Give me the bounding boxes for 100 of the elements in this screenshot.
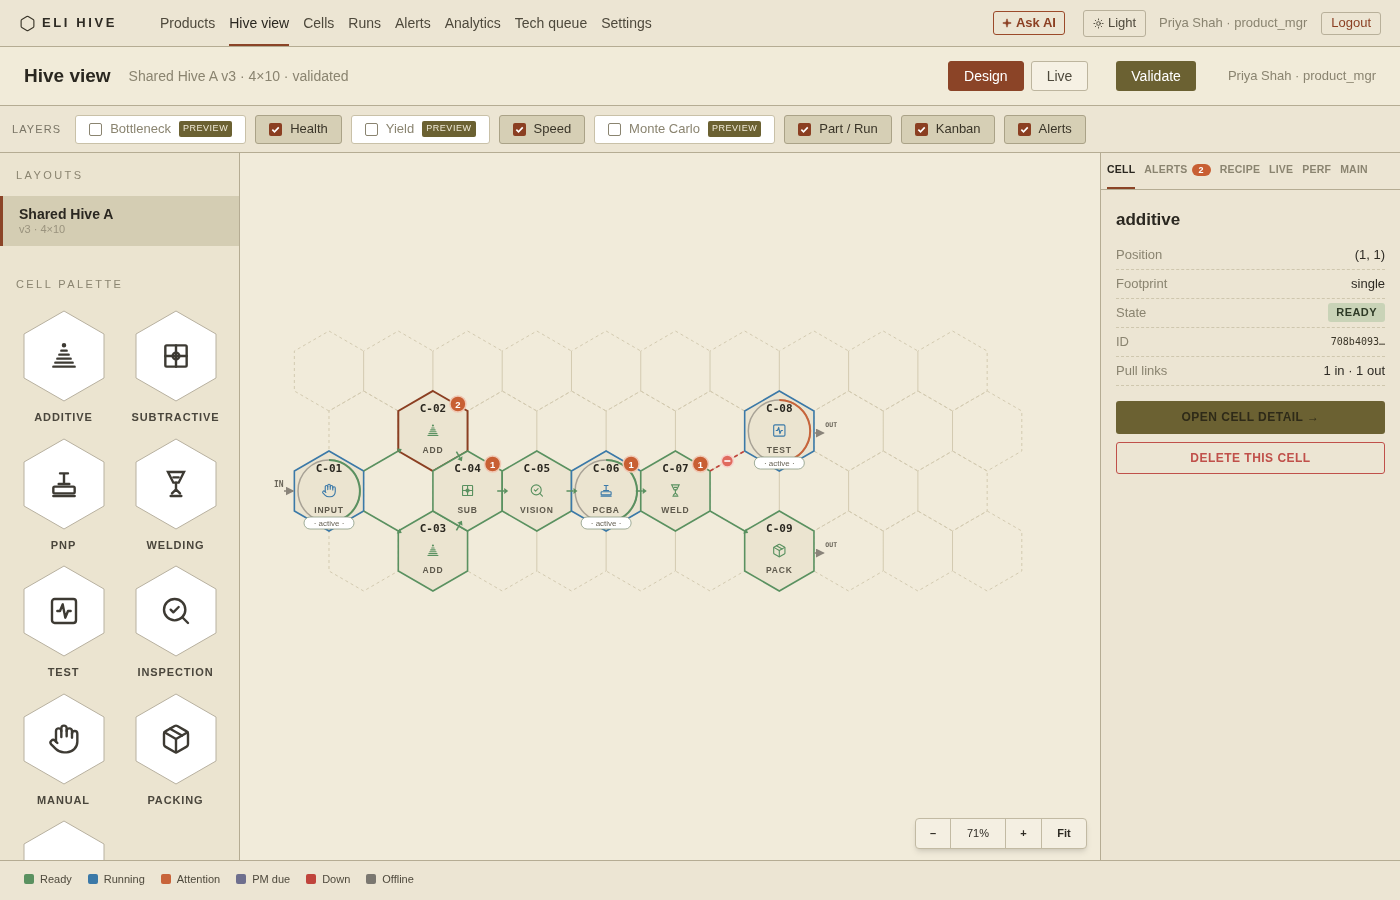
cell-id: C-03 xyxy=(419,522,447,535)
validate-button[interactable]: Validate xyxy=(1116,61,1196,91)
field-value: 708b4093… xyxy=(1330,335,1385,349)
entry-label: IN xyxy=(274,480,284,489)
field-value: 1 in · 1 out xyxy=(1323,361,1385,380)
field-label: State xyxy=(1116,303,1147,322)
cell-id: C-05 xyxy=(523,462,551,475)
preview-badge: PREVIEW xyxy=(178,121,233,137)
state-badge: READY xyxy=(1328,303,1385,322)
layout-item[interactable]: Shared Hive A v3 · 4×10 xyxy=(0,195,239,246)
field-value: (1, 1) xyxy=(1354,245,1385,264)
zoom-out-button[interactable]: – xyxy=(916,819,950,848)
alert-count-badge[interactable]: 1 xyxy=(622,455,640,473)
nav-link[interactable]: Alerts xyxy=(394,0,431,46)
user-label: Priya Shah · product_mgr xyxy=(1227,67,1376,86)
mode-toggle[interactable]: Live xyxy=(1030,61,1089,91)
cell-label: VISION xyxy=(520,505,554,515)
mode-toggle[interactable]: Design xyxy=(948,61,1024,91)
user-label: Priya Shah · product_mgr xyxy=(1159,14,1308,33)
page-title: Hive view xyxy=(24,63,111,88)
layer-label: Part / Run xyxy=(819,120,878,139)
alert-count-badge[interactable]: 1 xyxy=(483,455,502,473)
field-label: Position xyxy=(1116,245,1163,264)
logout-button[interactable]: Logout xyxy=(1321,11,1381,35)
palette-label: MANUAL xyxy=(37,792,90,808)
layer-toggle[interactable]: Monte Carlo PREVIEW xyxy=(594,114,776,144)
layer-label: Alerts xyxy=(1038,120,1072,139)
palette-label: SUBTRACTIVE xyxy=(131,410,220,425)
cell-id: C-08 xyxy=(766,402,793,415)
section-heading: LAYOUTS xyxy=(15,168,85,183)
nav-link[interactable]: Cells xyxy=(303,0,335,46)
alert-count-badge[interactable]: 2 xyxy=(449,395,467,413)
page-subtitle: Shared Hive A v3 · 4×10 · validated xyxy=(128,66,349,86)
nav-link[interactable]: Tech queue xyxy=(514,0,588,46)
alert-count-badge: 2 xyxy=(1191,164,1211,176)
preview-badge: PREVIEW xyxy=(707,121,762,137)
cell-id: C-01 xyxy=(315,462,343,475)
status-tag: · active · xyxy=(764,459,795,468)
alert-count-badge[interactable]: 1 xyxy=(691,455,710,473)
cell-label: SUB xyxy=(457,505,478,515)
cell-label: ADD xyxy=(422,565,444,575)
palette-label: PACKING xyxy=(147,792,204,808)
legend-label: Attention xyxy=(176,872,221,887)
layer-label: Bottleneck xyxy=(110,120,171,139)
nav-link[interactable]: Settings xyxy=(601,0,652,46)
field-value: single xyxy=(1351,274,1385,293)
cell-id: C-07 xyxy=(662,462,689,475)
zoom-in-button[interactable]: + xyxy=(1005,819,1041,848)
cell-label: PACK xyxy=(766,565,793,575)
layer-label: Health xyxy=(290,120,328,139)
layer-label: Monte Carlo xyxy=(629,120,700,139)
fit-button[interactable]: Fit xyxy=(1041,819,1086,848)
cell-label: PCBA xyxy=(592,505,620,515)
nav-link[interactable]: Runs xyxy=(348,0,381,46)
cell-id: C-06 xyxy=(592,462,620,475)
theme-button[interactable]: Light xyxy=(1082,9,1147,37)
status-tag: · active · xyxy=(590,519,622,528)
layer-toggle[interactable]: Part / Run xyxy=(784,114,892,144)
layer-label: Speed xyxy=(533,120,572,139)
zoom-level: 71% xyxy=(950,819,1005,848)
palette-label: ADDITIVE xyxy=(34,410,93,425)
cell-id: C-09 xyxy=(766,522,793,535)
cell-title: additive xyxy=(1116,209,1182,231)
cell-label: WELD xyxy=(661,505,690,515)
layer-label: Yield xyxy=(385,120,415,139)
legend-label: Ready xyxy=(40,872,72,887)
field-label: Footprint xyxy=(1116,274,1168,293)
palette-label: INSPECTION xyxy=(137,665,214,680)
legend-label: Down xyxy=(322,872,351,887)
layer-toggle[interactable]: Bottleneck PREVIEW xyxy=(75,114,247,144)
cell-id: C-02 xyxy=(419,402,447,415)
cell-label: INPUT xyxy=(314,505,344,515)
layer-label: Kanban xyxy=(935,120,981,139)
field-label: Pull links xyxy=(1116,361,1168,380)
legend-label: Running xyxy=(103,872,145,887)
layer-toggle[interactable]: Kanban xyxy=(900,114,995,144)
legend-label: PM due xyxy=(252,872,291,887)
inspector-tab[interactable]: CELL xyxy=(1107,153,1136,189)
layer-toggle[interactable]: Alerts xyxy=(1003,114,1086,144)
palette-label: PNP xyxy=(50,537,77,553)
legend-label: Offline xyxy=(382,872,414,887)
cell-label: TEST xyxy=(766,445,792,455)
layout-name: Shared Hive A xyxy=(19,205,115,223)
cell-label: ADD xyxy=(422,445,444,455)
field-label: ID xyxy=(1116,332,1129,351)
status-tag: · active · xyxy=(313,519,345,528)
layer-toggle[interactable]: Health xyxy=(255,114,342,144)
palette-label: TEST xyxy=(47,665,80,680)
cell-id: C-04 xyxy=(454,462,481,475)
brand-name: ELI HIVE xyxy=(42,14,117,33)
delete-cell-button[interactable]: DELETE THIS CELL xyxy=(1116,441,1385,474)
layers-label: LAYERS xyxy=(12,121,62,137)
nav-link[interactable]: Products xyxy=(160,0,216,46)
nav-link[interactable]: Analytics xyxy=(444,0,501,46)
preview-badge: PREVIEW xyxy=(422,121,476,137)
layer-toggle[interactable]: Yield PREVIEW xyxy=(350,114,490,144)
ask-ai-button[interactable]: Ask AI xyxy=(992,11,1065,35)
inspector-tab[interactable]: ALERTS 2 xyxy=(1144,153,1211,189)
layer-toggle[interactable]: Speed xyxy=(498,114,586,144)
layout-meta: v3 · 4×10 xyxy=(19,222,67,236)
